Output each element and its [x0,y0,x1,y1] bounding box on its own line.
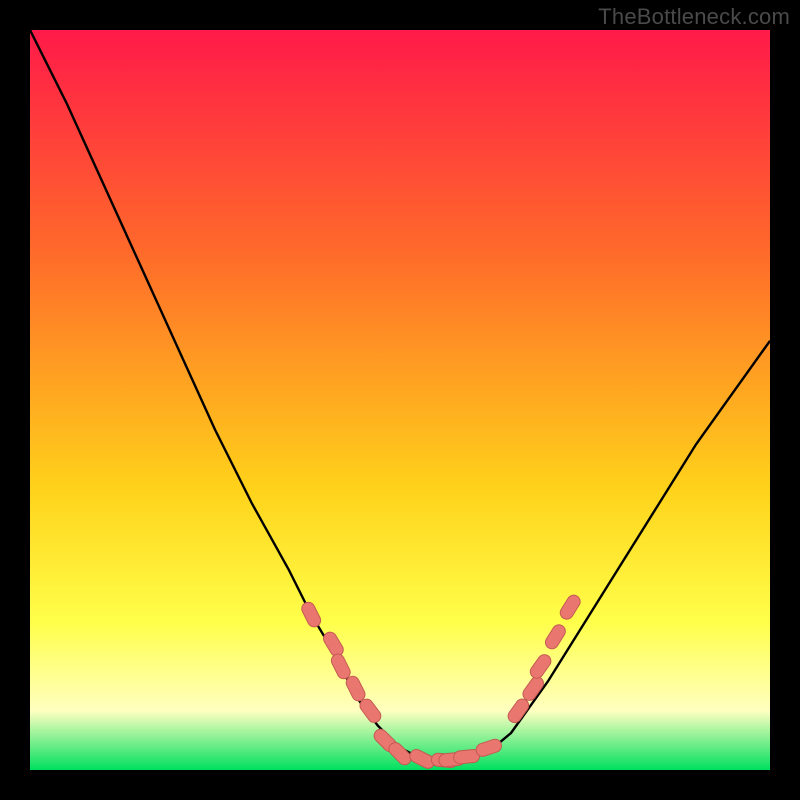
watermark-text: TheBottleneck.com [598,4,790,30]
gradient-background [30,30,770,770]
bottleneck-chart [30,30,770,770]
chart-frame [30,30,770,770]
